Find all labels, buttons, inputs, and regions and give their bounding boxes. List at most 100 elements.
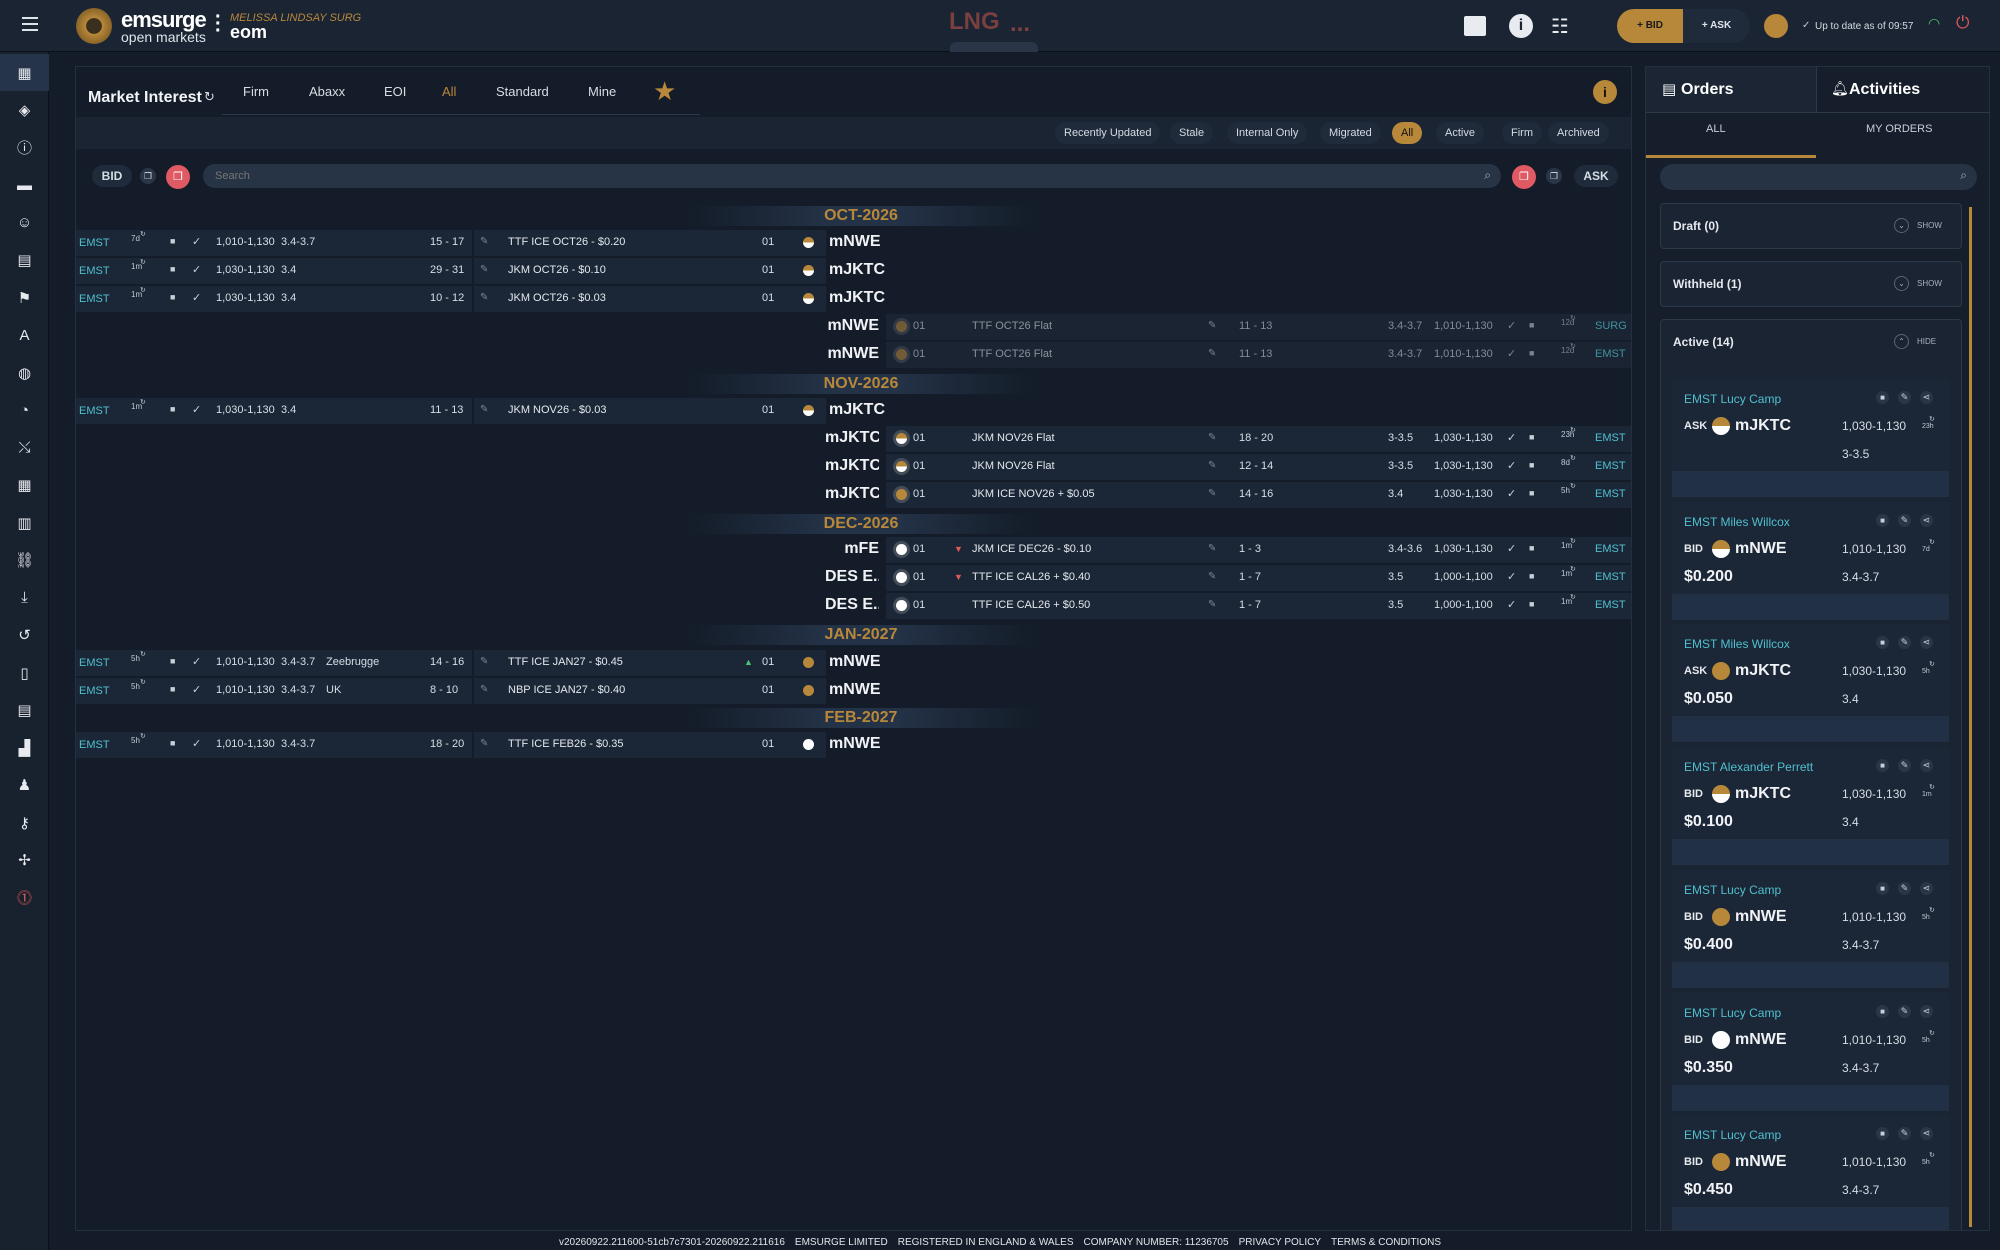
archive-icon[interactable]: ■ [1876,1127,1889,1141]
confirm-icon[interactable]: ✓ [192,263,201,276]
ask-row[interactable]: mJKTC 01 JKM NOV26 Flat ✎ 18 - 20 3-3.5 1,030-… [825,426,1631,452]
orders-scrollbar[interactable] [1969,207,1972,1227]
archive-icon[interactable]: ■ [1529,488,1534,498]
download-icon[interactable]: ⤓ [0,579,49,616]
key-icon[interactable]: ⚷ [0,804,49,841]
speedometer-icon[interactable]: ◔ [0,392,49,429]
ask-row[interactable]: mNWE 01 TTF OCT26 Flat ✎ 11 - 13 3.4-3.7 1,010… [826,314,1631,340]
archive-icon[interactable]: ■ [1529,320,1534,330]
edit-icon[interactable]: ✎ [1208,460,1216,471]
edit-icon[interactable]: ✎ [480,236,488,247]
share-icon[interactable]: ⋖ [1920,759,1933,773]
archive-icon[interactable]: ■ [170,264,175,274]
document-icon[interactable]: ▬ [0,167,49,204]
edit-icon[interactable]: ✎ [1208,543,1216,554]
edit-icon[interactable]: ✎ [480,292,488,303]
filter-firm[interactable]: Firm [1502,122,1542,144]
order-card[interactable]: EMST Lucy Camp ■ ✎ ⋖ BID mNWE 1,010-1,130 5h ↻ $0… [1672,992,1949,1111]
history-icon[interactable]: ↺ [0,617,49,654]
confirm-icon[interactable]: ✓ [192,683,201,696]
flag-icon[interactable]: ⚑ [0,279,49,316]
edit-icon[interactable]: ✎ [1208,488,1216,499]
confirm-icon[interactable]: ✓ [1507,487,1516,500]
edit-icon[interactable]: ✎ [480,684,488,695]
edit-icon[interactable]: ✎ [480,738,488,749]
archive-icon[interactable]: ■ [170,738,175,748]
archive-icon[interactable]: ■ [170,292,175,302]
ask-row[interactable]: mJKTC 01 JKM ICE NOV26 + $0.05 ✎ 14 - 16 3.4 1… [825,482,1631,508]
order-card[interactable]: EMST Lucy Camp ■ ✎ ⋖ BID mNWE 1,010-1,130 5h ↻ $0… [1672,869,1949,988]
chart-icon[interactable]: ⤯ [0,429,49,466]
archive-icon[interactable]: ■ [170,684,175,694]
avatar[interactable] [1764,14,1788,38]
archive-icon[interactable]: ■ [1529,599,1534,609]
search-input[interactable] [215,167,1455,185]
archive-icon[interactable]: ■ [1876,636,1889,650]
share-icon[interactable]: ⋖ [1920,636,1933,650]
order-card[interactable]: EMST Alexander Perrett ■ ✎ ⋖ BID mJKTC 1,030-1… [1672,747,1949,866]
power-icon[interactable]: ⏻ [1956,13,1969,33]
archive-icon[interactable]: ■ [1529,348,1534,358]
translate-icon[interactable]: A [0,317,49,354]
confirm-icon[interactable]: ✓ [1507,570,1516,583]
filter-archived[interactable]: Archived [1548,122,1609,144]
archive-icon[interactable]: ■ [1529,432,1534,442]
tab-eoi[interactable]: EOI [384,84,406,99]
archive-icon[interactable]: ■ [1876,1004,1889,1018]
archive-icon[interactable]: ■ [1876,391,1889,404]
edit-icon[interactable]: ✎ [480,656,488,667]
refresh-icon[interactable]: ↻ [204,89,215,105]
news-icon[interactable]: ▤ [0,692,49,729]
order-card[interactable]: EMST Lucy Camp ■ ✎ ⋖ ASK mJKTC 1,030-1,130 23h ↻… [1672,379,1949,497]
share-icon[interactable]: ⋖ [1920,513,1933,527]
edit-icon[interactable]: ✎ [1208,571,1216,582]
filter-recently-updated[interactable]: Recently Updated [1055,122,1161,144]
archive-icon[interactable]: ■ [1876,759,1889,773]
info-icon[interactable]: i [1509,14,1533,38]
edit-icon[interactable]: ✎ [1898,391,1911,404]
app-menu-icon[interactable]: · · · [215,7,222,41]
order-card[interactable]: EMST Miles Willcox ■ ✎ ⋖ BID mNWE 1,010-1,130 7… [1672,501,1949,620]
copy-asks-icon[interactable]: ❐ [1546,168,1562,184]
order-card[interactable]: EMST Lucy Camp ■ ✎ ⋖ BID mNWE 1,010-1,130 5h ↻ $0… [1672,1115,1949,1230]
chevron-up-icon[interactable]: ⌃ [1894,334,1909,349]
bid-side-label[interactable]: BID [92,165,132,187]
panel-info-icon[interactable]: i [1593,80,1617,104]
confirm-icon[interactable]: ✓ [1507,347,1516,360]
order-card[interactable]: EMST Miles Willcox ■ ✎ ⋖ ASK mJKTC 1,030-1,130… [1672,624,1949,743]
deal-icon[interactable]: ☷ [1551,14,1569,39]
dashboard-icon[interactable]: ▦ [0,54,49,91]
favourites-star-icon[interactable]: ★ [653,76,676,107]
draft-section[interactable]: Draft (0) ⌄ SHOW [1660,203,1962,249]
search-icon[interactable]: ⌕ [1484,168,1491,183]
ask-row[interactable]: mJKTC 01 JKM NOV26 Flat ✎ 12 - 14 3-3.5 1,030-… [825,454,1631,480]
tab-standard[interactable]: Standard [496,84,549,99]
edit-icon[interactable]: ✎ [1898,759,1911,773]
notes-icon[interactable] [1464,16,1486,36]
bid-row[interactable]: EMST 5h ↻ ■ ✓ 1,010-1,130 3.4-3.7 Zeebrugge 14 -… [76,650,881,676]
ask-side-label[interactable]: ASK [1574,165,1618,187]
edit-icon[interactable]: ✎ [1898,881,1911,895]
confirm-icon[interactable]: ✓ [192,291,201,304]
withheld-section[interactable]: Withheld (1) ⌄ SHOW [1660,261,1962,307]
bid-row[interactable]: EMST 1m ↻ ■ ✓ 1,030-1,130 3.4 10 - 12 ✎ JKM OCT26… [76,286,885,312]
hamburger-menu-icon[interactable] [22,17,38,31]
confirm-icon[interactable]: ✓ [192,235,201,248]
alert-icon[interactable]: ⓵ [0,879,49,916]
bid-row[interactable]: EMST 1m ↻ ■ ✓ 1,030-1,130 3.4 29 - 31 ✎ JKM OCT26… [76,258,885,284]
handshake-icon[interactable]: ◈ [0,92,49,129]
delete-asks-icon[interactable]: ❐ [1512,165,1536,189]
edit-icon[interactable]: ✎ [1208,432,1216,443]
ask-row[interactable]: DES E... 01 ▼ TTF ICE CAL26 + $0.40 ✎ 1 - 7 3.… [825,565,1631,591]
share-icon[interactable]: ⋖ [1920,1127,1933,1141]
filter-migrated[interactable]: Migrated [1320,122,1381,144]
confirm-icon[interactable]: ✓ [1507,319,1516,332]
copy-bids-icon[interactable]: ❐ [140,168,156,184]
archive-icon[interactable]: ■ [170,236,175,246]
subtab-my-orders[interactable]: MY ORDERS [1866,123,1932,135]
factory-icon[interactable]: ▟ [0,729,49,766]
edit-icon[interactable]: ✎ [480,404,488,415]
bid-button[interactable]: + BID [1617,9,1683,43]
ask-row[interactable]: DES E... 01 TTF ICE CAL26 + $0.50 ✎ 1 - 7 3.5… [825,593,1631,619]
delete-bids-icon[interactable]: ❐ [166,165,190,189]
